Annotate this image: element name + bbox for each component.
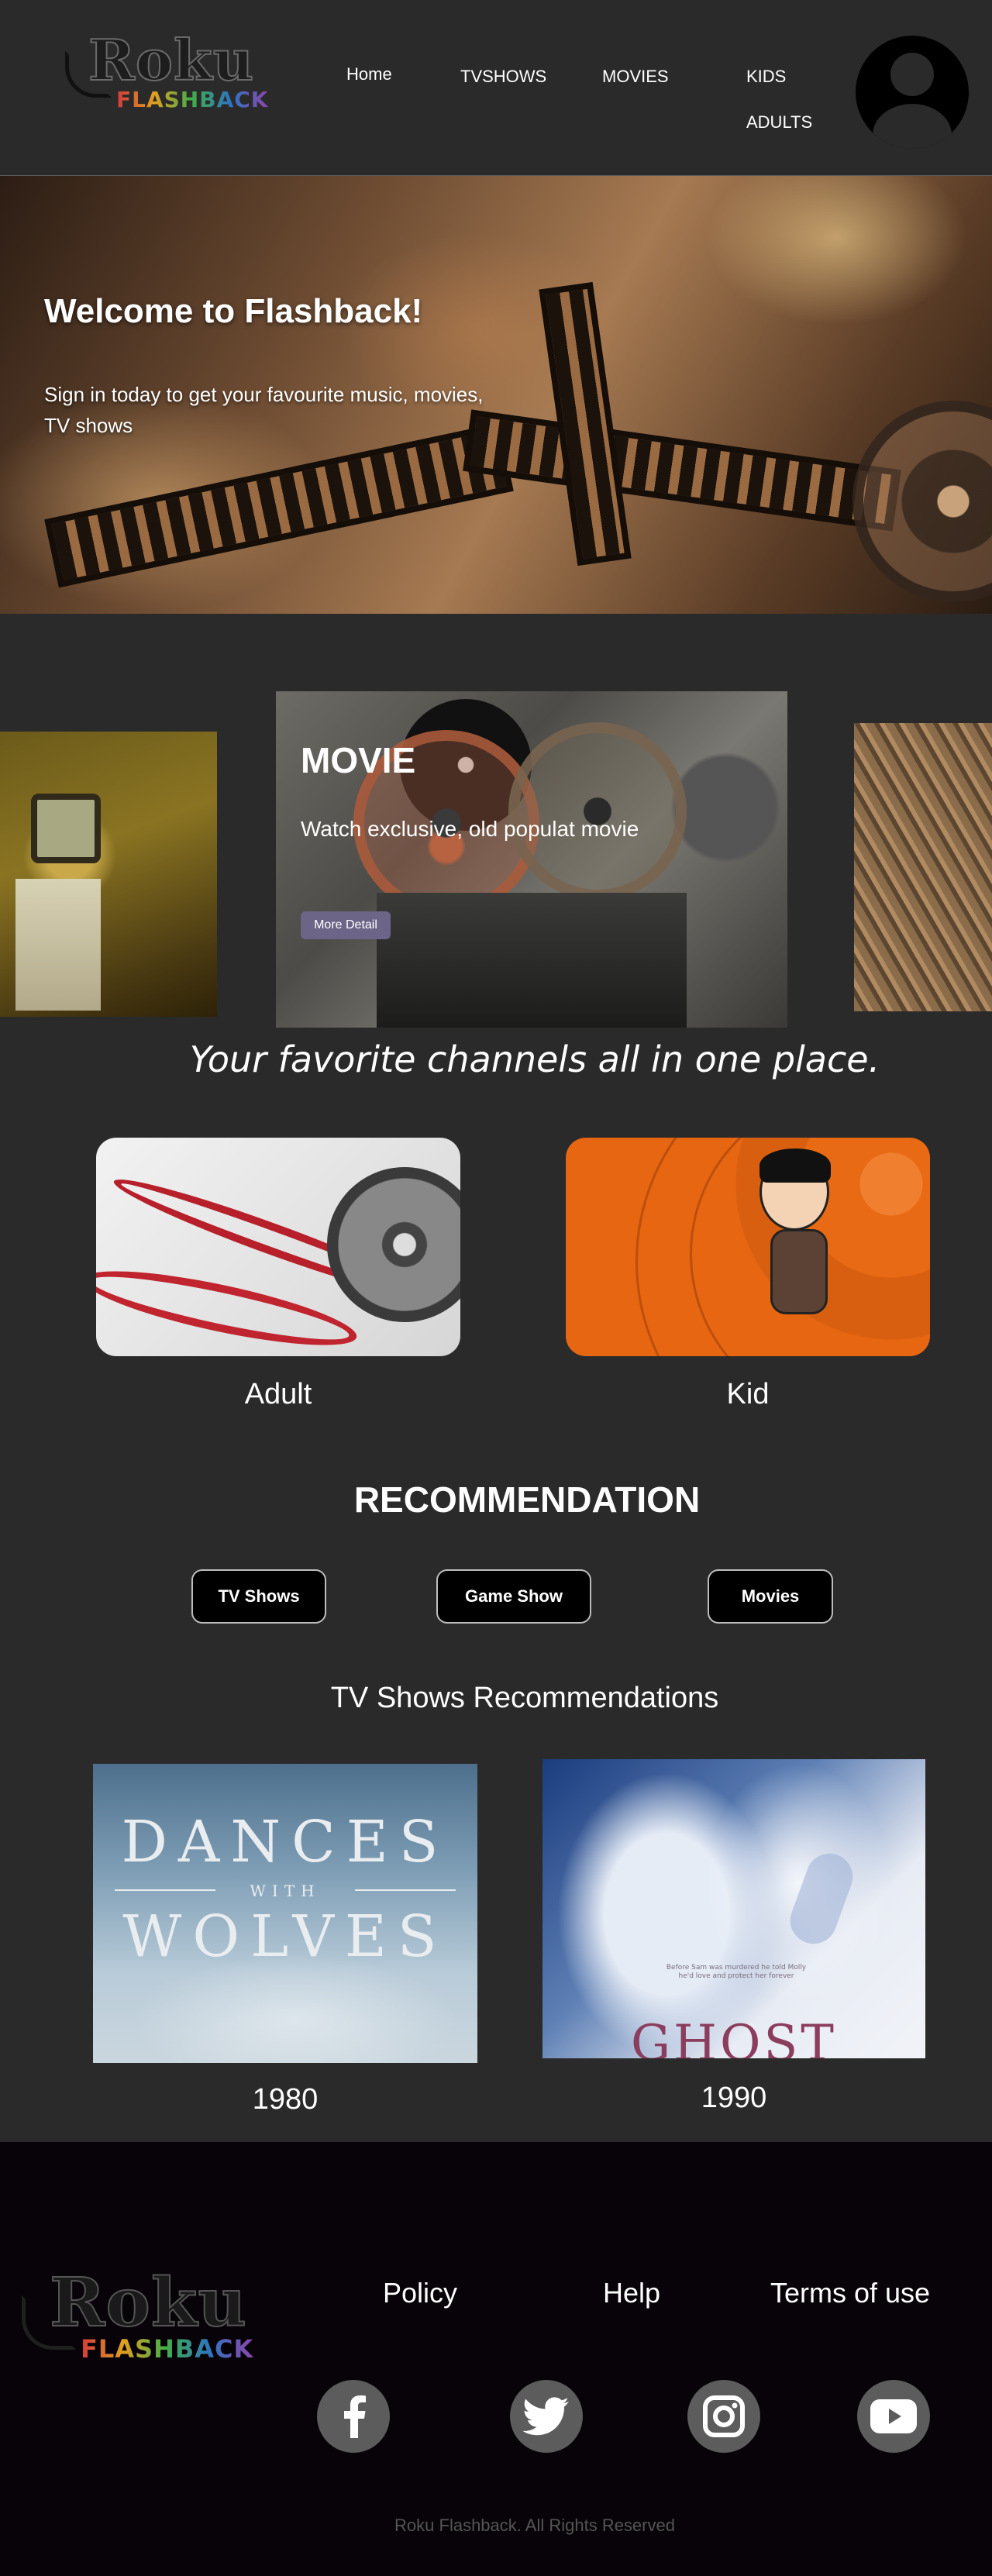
tab-movies[interactable]: Movies: [708, 1569, 833, 1624]
year-label: 1990: [701, 2082, 767, 2114]
cartoon-hair-image: [760, 1149, 831, 1183]
film-reel-image: [852, 401, 992, 602]
projector-machine-image: [377, 893, 687, 1028]
avatar-body: [873, 104, 952, 149]
avatar-head: [890, 53, 934, 96]
carousel-slide-next[interactable]: [854, 723, 992, 1011]
logo-wordmark: Roku: [88, 27, 255, 94]
hero-banner: Welcome to Flashback! Sign in today to g…: [0, 175, 992, 614]
youtube-icon[interactable]: [857, 2380, 930, 2453]
film-strip-image: [44, 422, 514, 588]
copyright-text: Roku Flashback. All Rights Reserved: [394, 2516, 675, 2535]
poster-title-line2: WOLVES: [122, 1903, 448, 1970]
nav-kids[interactable]: KIDS: [746, 67, 786, 87]
poster-title-line1: DANCES: [121, 1809, 450, 1875]
more-detail-button[interactable]: More Detail: [301, 911, 391, 939]
poster-title: GHOST: [631, 2015, 837, 2058]
poster-ghost[interactable]: Before Sam was murdered he told Molly he…: [542, 1759, 925, 2058]
cartoon-body-image: [770, 1229, 828, 1314]
film-strip-image: [463, 409, 901, 532]
nav-movies[interactable]: MOVIES: [602, 67, 669, 87]
category-label-kid[interactable]: Kid: [566, 1378, 930, 1411]
footer-link-terms[interactable]: Terms of use: [770, 2277, 930, 2309]
category-card-adult[interactable]: [96, 1138, 460, 1356]
retro-tv-image: [31, 794, 101, 863]
tab-game-show[interactable]: Game Show: [436, 1569, 591, 1624]
carousel-slide-active[interactable]: MOVIE Watch exclusive, old populat movie…: [276, 691, 787, 1028]
category-card-kid[interactable]: [566, 1138, 930, 1356]
facebook-glyph: [344, 2395, 366, 2438]
instagram-glyph: [703, 2395, 745, 2437]
poster-tagline: Before Sam was murdered he told Molly he…: [666, 1964, 807, 1980]
user-avatar-icon[interactable]: [856, 36, 969, 149]
year-label: 1980: [252, 2083, 319, 2116]
projector-reel-image: [508, 722, 687, 901]
hero-title: Welcome to Flashback!: [44, 292, 423, 330]
poster-divider: [355, 1889, 456, 1891]
site-footer: Roku FLASHBACK Policy Help Terms of use …: [0, 2142, 992, 2576]
logo-wordmark: Roku: [49, 2264, 247, 2343]
slide-description: Watch exclusive, old populat movie: [301, 817, 639, 841]
site-logo[interactable]: Roku FLASHBACK: [65, 27, 269, 113]
film-reel-image: [327, 1167, 460, 1322]
footer-link-help[interactable]: Help: [603, 2277, 660, 2309]
nav-adults[interactable]: ADULTS: [746, 112, 812, 133]
poster-hand-image: [784, 1847, 859, 1951]
recommendations-subheading: TV Shows Recommendations: [330, 1682, 719, 1714]
facebook-icon[interactable]: [317, 2380, 390, 2453]
twitter-icon[interactable]: [510, 2380, 583, 2453]
youtube-glyph: [870, 2399, 917, 2433]
recommendation-heading: RECOMMENDATION: [353, 1479, 701, 1520]
poster-dances-with-wolves[interactable]: DANCES WITH WOLVES: [93, 1764, 477, 2063]
poster-title-with: WITH: [250, 1882, 321, 1900]
footer-link-policy[interactable]: Policy: [383, 2277, 457, 2309]
footer-logo[interactable]: Roku FLASHBACK: [22, 2264, 270, 2364]
instagram-icon[interactable]: [687, 2380, 760, 2453]
nav-home[interactable]: Home: [346, 64, 392, 84]
twitter-glyph: [523, 2397, 569, 2436]
hero-subtitle: Sign in today to get your favourite musi…: [44, 383, 484, 437]
logo-subtitle: FLASHBACK: [116, 87, 269, 112]
cabinet-image: [16, 879, 101, 1011]
site-header: Roku FLASHBACK Home TVSHOWS MOVIES KIDS …: [0, 0, 992, 175]
slide-title: MOVIE: [301, 740, 416, 780]
category-label-adult[interactable]: Adult: [96, 1378, 460, 1411]
tab-tv-shows[interactable]: TV Shows: [191, 1569, 326, 1624]
logo-subtitle: FLASHBACK: [81, 2334, 254, 2364]
nav-tvshows[interactable]: TVSHOWS: [460, 67, 546, 87]
tagline: Your favorite channels all in one place.: [189, 1038, 880, 1080]
carousel-slide-previous[interactable]: [0, 732, 217, 1017]
